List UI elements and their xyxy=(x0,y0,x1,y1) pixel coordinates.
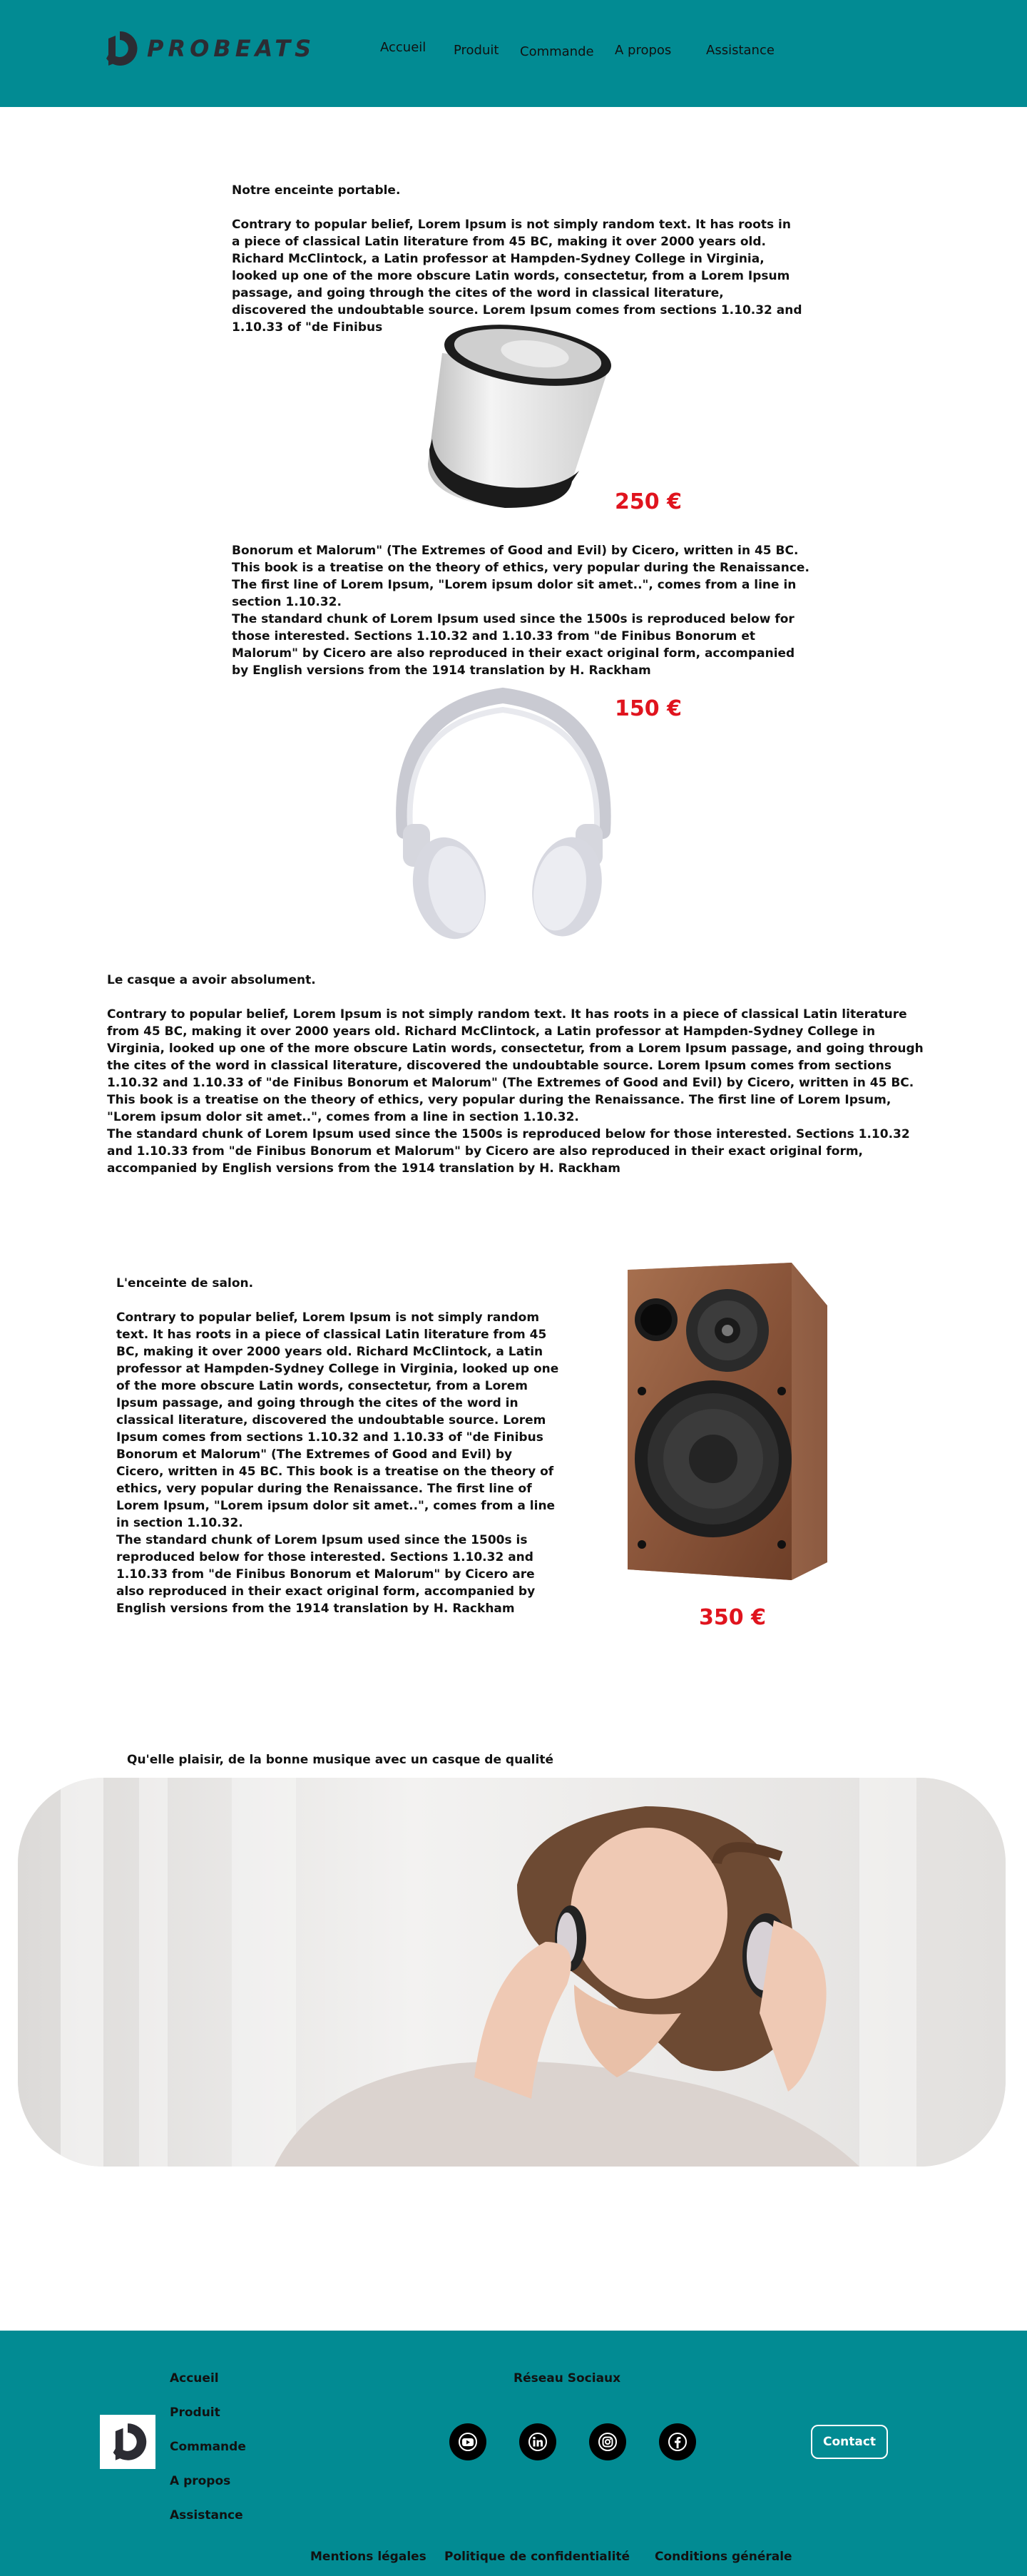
site-footer: Accueil Produit Commande A propos Assist… xyxy=(0,2331,1027,2576)
portable-text: Notre enceinte portable. Contrary to pop… xyxy=(232,182,802,336)
linkedin-icon[interactable] xyxy=(519,2423,556,2460)
nav-commande[interactable]: Commande xyxy=(520,44,594,59)
facebook-icon[interactable] xyxy=(659,2423,696,2460)
portable-price: 250 € xyxy=(615,489,682,514)
footer-link-commande[interactable]: Commande xyxy=(170,2440,246,2454)
contact-button[interactable]: Contact xyxy=(811,2425,888,2459)
main-nav: Accueil Produit Commande A propos Assist… xyxy=(0,40,1027,61)
salon-price: 350 € xyxy=(699,1605,766,1630)
salon-heading: L'enceinte de salon. xyxy=(116,1276,254,1290)
portable-paragraph-1: Contrary to popular belief, Lorem Ipsum … xyxy=(232,218,802,335)
youtube-icon[interactable] xyxy=(449,2423,486,2460)
terms-link[interactable]: Conditions générale xyxy=(655,2550,792,2564)
site-header: PROBEATS Accueil Produit Commande A prop… xyxy=(0,0,1027,107)
nav-a-propos[interactable]: A propos xyxy=(615,43,671,58)
salon-paragraph-1: Contrary to popular belief, Lorem Ipsum … xyxy=(116,1310,559,1530)
headphones-text: Le casque a avoir absolument. Contrary t… xyxy=(107,972,934,1177)
footer-link-a-propos[interactable]: A propos xyxy=(170,2474,230,2488)
social-title: Réseau Sociaux xyxy=(514,2371,621,2386)
salon-speaker-image xyxy=(628,1263,827,1580)
headphones-price: 150 € xyxy=(615,696,682,721)
instagram-icon[interactable] xyxy=(589,2423,626,2460)
footer-link-assistance[interactable]: Assistance xyxy=(170,2508,243,2522)
portable-heading: Notre enceinte portable. xyxy=(232,183,401,198)
portable-paragraph-3: The standard chunk of Lorem Ipsum used s… xyxy=(232,612,795,678)
salon-paragraph-2: The standard chunk of Lorem Ipsum used s… xyxy=(116,1533,536,1616)
salon-text: L'enceinte de salon. Contrary to popular… xyxy=(116,1275,562,1617)
portable-text-2: Bonorum et Malorum" (The Extremes of Goo… xyxy=(232,542,809,679)
headphones-paragraph-2: The standard chunk of Lorem Ipsum used s… xyxy=(107,1127,910,1176)
headphones-heading: Le casque a avoir absolument. xyxy=(107,973,316,987)
nav-accueil[interactable]: Accueil xyxy=(380,40,426,55)
footer-logo-icon xyxy=(113,2423,147,2460)
banner-photo xyxy=(18,1778,1006,2167)
portable-speaker-image xyxy=(428,325,611,508)
headphones-paragraph-1: Contrary to popular belief, Lorem Ipsum … xyxy=(107,1007,924,1124)
woman-headphones-image xyxy=(18,1778,1006,2167)
footer-link-accueil[interactable]: Accueil xyxy=(170,2371,219,2386)
headphones-image xyxy=(396,687,611,940)
portable-paragraph-2: Bonorum et Malorum" (The Extremes of Goo… xyxy=(232,544,809,609)
footer-logo[interactable] xyxy=(100,2415,155,2469)
nav-assistance[interactable]: Assistance xyxy=(706,43,775,58)
privacy-policy-link[interactable]: Politique de confidentialité xyxy=(444,2550,630,2564)
nav-produit[interactable]: Produit xyxy=(454,43,499,58)
legal-mentions-link[interactable]: Mentions légales xyxy=(310,2550,426,2564)
footer-link-produit[interactable]: Produit xyxy=(170,2406,220,2420)
banner-caption: Qu'elle plaisir, de la bonne musique ave… xyxy=(127,1753,553,1767)
